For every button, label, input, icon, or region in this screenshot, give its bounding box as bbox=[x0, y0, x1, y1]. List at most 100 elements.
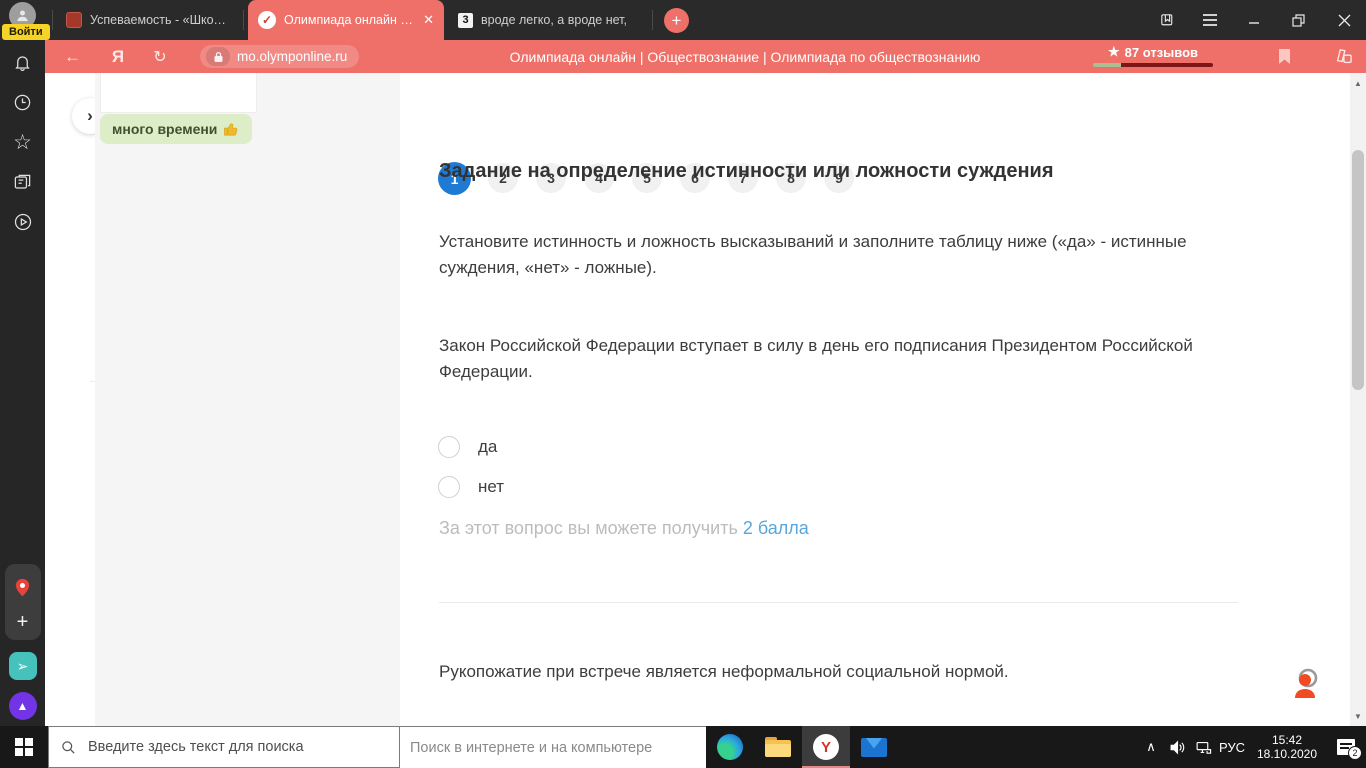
statement-1: Закон Российской Федерации вступает в си… bbox=[439, 336, 1193, 381]
panel-bookmark-icon bbox=[1160, 13, 1172, 25]
tray-language-button[interactable]: РУС bbox=[1214, 726, 1250, 768]
time-label: 15:42 bbox=[1271, 733, 1303, 747]
close-icon bbox=[1338, 14, 1350, 26]
collections-button[interactable] bbox=[1325, 40, 1361, 73]
new-tab-button[interactable]: + bbox=[664, 8, 689, 33]
thumbs-up-icon bbox=[224, 123, 238, 135]
site-reviews-badge[interactable]: ★ 87 отзывов bbox=[1093, 44, 1213, 67]
alice-icon: ▲ bbox=[8, 692, 37, 720]
tab-close-icon[interactable]: ✕ bbox=[423, 12, 434, 28]
task-heading: Задание на определение истинности или ло… bbox=[439, 160, 1054, 182]
address-bar: ← Я ↻ mo.olymponline.ru Олимпиада онлайн… bbox=[45, 40, 1366, 73]
map-pin-icon bbox=[15, 578, 30, 597]
tray-volume-button[interactable] bbox=[1163, 726, 1191, 768]
scroll-up-arrow[interactable]: ▲ bbox=[1350, 75, 1366, 91]
page-title: Олимпиада онлайн | Обществознание | Олим… bbox=[509, 48, 981, 65]
browser-tab-bar: Войти Успеваемость - «Школьнь ✓ Олимпиад… bbox=[0, 0, 1366, 40]
reviews-rating-bar bbox=[1093, 63, 1213, 67]
notes-icon bbox=[14, 174, 31, 189]
radio-no[interactable] bbox=[438, 476, 460, 498]
bookmarks-button[interactable]: ☆ bbox=[0, 122, 45, 162]
add-service-button[interactable]: + bbox=[0, 602, 45, 642]
left-panel: много времени bbox=[95, 73, 400, 726]
restore-button[interactable] bbox=[1278, 0, 1318, 40]
support-chat-button[interactable] bbox=[1289, 665, 1325, 701]
support-person-icon bbox=[1295, 668, 1318, 698]
bookmark-flag-button[interactable] bbox=[1267, 40, 1301, 73]
tab-number-favicon: 3 bbox=[458, 12, 473, 28]
start-button[interactable] bbox=[0, 726, 48, 768]
search-placeholder: Введите здесь текст для поиска bbox=[88, 739, 304, 755]
browser-menu-button[interactable] bbox=[1190, 0, 1230, 40]
restore-icon bbox=[1291, 13, 1305, 27]
tab-title: Успеваемость - «Школьнь bbox=[90, 13, 228, 27]
points-info: За этот вопрос вы можете получить 2 балл… bbox=[439, 518, 809, 539]
network-icon bbox=[1196, 741, 1211, 754]
bookmark-flag-icon bbox=[1278, 49, 1290, 64]
gradebook-favicon bbox=[66, 12, 82, 28]
radio-yes-label: да bbox=[478, 437, 498, 456]
taskbar-search-hint: Поиск в интернете и на компьютере bbox=[400, 726, 706, 768]
search-hint-text: Поиск в интернете и на компьютере bbox=[410, 739, 653, 756]
screen: Войти Успеваемость - «Школьнь ✓ Олимпиад… bbox=[0, 0, 1366, 768]
tray-network-button[interactable] bbox=[1189, 726, 1217, 768]
page-rail bbox=[45, 73, 140, 726]
search-icon bbox=[62, 740, 75, 754]
feed-button[interactable] bbox=[0, 162, 45, 202]
tab-other[interactable]: 3 вроде легко, а вроде нет, bbox=[448, 0, 644, 40]
bell-icon bbox=[15, 55, 30, 71]
tray-hidden-icons-button[interactable]: ∧ bbox=[1138, 726, 1164, 768]
messenger-icon: ➢ bbox=[8, 652, 37, 680]
taskbar-explorer-button[interactable] bbox=[754, 726, 802, 768]
url-field[interactable]: mo.olymponline.ru bbox=[200, 45, 360, 68]
notification-count-badge: 2 bbox=[1348, 746, 1362, 760]
answer-option-yes[interactable]: да bbox=[438, 436, 497, 458]
minimize-icon bbox=[1249, 22, 1259, 24]
olympiad-favicon: ✓ bbox=[258, 11, 276, 29]
points-prefix: За этот вопрос вы можете получить bbox=[439, 518, 738, 538]
quiz-content: 1 2 3 4 5 6 7 8 9 Задание на определение… bbox=[400, 73, 1350, 726]
yandex-logo-icon[interactable]: Я bbox=[103, 40, 133, 73]
scrollbar-thumb[interactable] bbox=[1352, 150, 1364, 390]
taskbar-search-box[interactable]: Введите здесь текст для поиска bbox=[48, 726, 400, 768]
action-center-button[interactable]: 2 bbox=[1326, 726, 1366, 768]
speaker-icon bbox=[1170, 739, 1184, 755]
side-panel-button[interactable] bbox=[1147, 0, 1187, 40]
url-text: mo.olymponline.ru bbox=[237, 49, 348, 64]
radio-no-label: нет bbox=[478, 477, 505, 496]
back-button[interactable]: ← bbox=[55, 40, 90, 73]
messenger-button[interactable]: ➢ bbox=[0, 646, 45, 686]
alice-button[interactable]: ▲ bbox=[0, 686, 45, 726]
tab-divider bbox=[52, 10, 53, 30]
taskbar-yandex-button[interactable]: Y bbox=[802, 726, 850, 768]
tray-clock[interactable]: 15:42 18.10.2020 bbox=[1248, 726, 1326, 768]
play-circle-icon bbox=[14, 213, 31, 231]
video-button[interactable] bbox=[0, 202, 45, 242]
answer-option-no[interactable]: нет bbox=[438, 476, 504, 498]
scroll-down-arrow[interactable]: ▼ bbox=[1350, 708, 1366, 724]
language-label: РУС bbox=[1218, 739, 1246, 755]
minimize-button[interactable] bbox=[1234, 0, 1274, 40]
hamburger-menu-icon bbox=[1203, 14, 1217, 26]
edge-icon bbox=[717, 734, 743, 760]
taskbar-edge-button[interactable] bbox=[706, 726, 754, 768]
tab-title: Олимпиада онлайн | О bbox=[284, 13, 416, 27]
secure-lock-icon[interactable] bbox=[206, 47, 230, 66]
taskbar-mail-button[interactable] bbox=[850, 726, 898, 768]
tab-olympiad-active[interactable]: ✓ Олимпиада онлайн | О ✕ bbox=[248, 0, 444, 40]
chat-card bbox=[100, 73, 257, 113]
chevron-up-icon: ∧ bbox=[1146, 739, 1156, 754]
time-tooltip-text: много времени bbox=[112, 121, 218, 137]
history-button[interactable] bbox=[0, 82, 45, 122]
clock-icon bbox=[14, 94, 31, 110]
reload-button[interactable]: ↻ bbox=[145, 40, 175, 73]
tab-title: вроде легко, а вроде нет, bbox=[481, 13, 627, 27]
close-window-button[interactable] bbox=[1324, 0, 1364, 40]
login-button[interactable]: Войти bbox=[2, 24, 50, 40]
points-value-link[interactable]: 2 балла bbox=[743, 518, 809, 538]
tab-gradebook[interactable]: Успеваемость - «Школьнь bbox=[56, 0, 238, 40]
task-instruction: Установите истинность и ложность высказы… bbox=[439, 232, 1187, 277]
star-outline-icon: ☆ bbox=[13, 130, 32, 154]
radio-yes[interactable] bbox=[438, 436, 460, 458]
notifications-button[interactable] bbox=[0, 42, 45, 82]
